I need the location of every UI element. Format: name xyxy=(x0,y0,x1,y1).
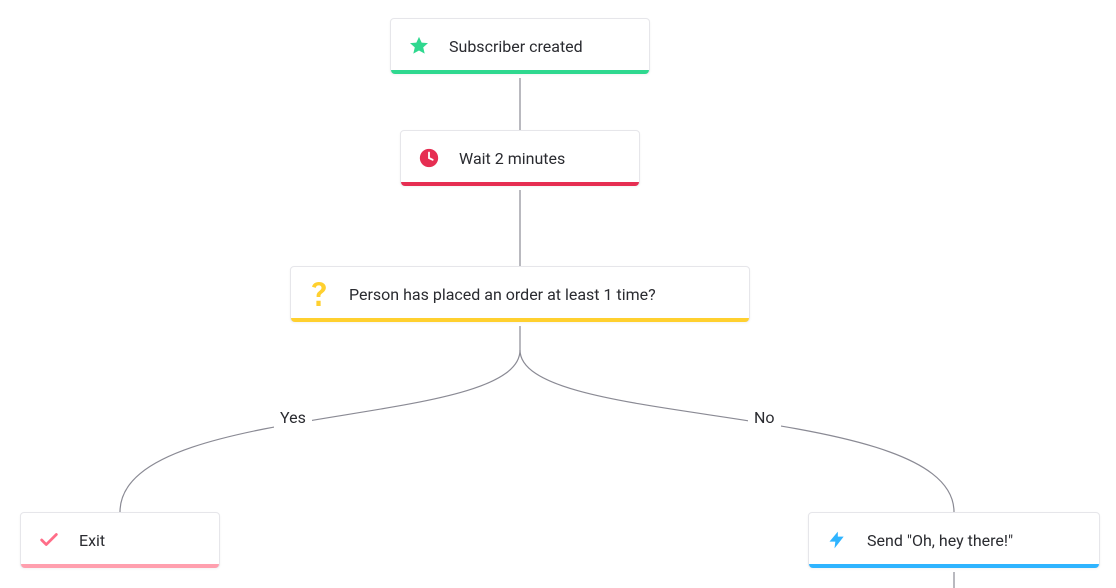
branch-label-no: No xyxy=(748,406,781,429)
branch-label-yes: Yes xyxy=(274,406,312,429)
node-condition[interactable]: Person has placed an order at least 1 ti… xyxy=(290,266,750,322)
node-wait[interactable]: Wait 2 minutes xyxy=(400,130,640,186)
lightning-icon xyxy=(825,528,849,552)
node-accent xyxy=(391,70,649,74)
node-condition-label: Person has placed an order at least 1 ti… xyxy=(349,285,656,304)
node-trigger-label: Subscriber created xyxy=(449,37,583,56)
automation-flow-canvas: Yes No Subscriber created Wait 2 minutes… xyxy=(0,0,1116,588)
node-exit[interactable]: Exit xyxy=(20,512,220,568)
node-send[interactable]: Send "Oh, hey there!" xyxy=(808,512,1100,568)
star-icon xyxy=(407,34,431,58)
node-exit-label: Exit xyxy=(79,531,105,550)
node-send-label: Send "Oh, hey there!" xyxy=(867,531,1013,550)
node-accent xyxy=(291,318,749,322)
node-wait-label: Wait 2 minutes xyxy=(459,149,565,168)
question-icon xyxy=(307,282,331,306)
node-accent xyxy=(21,564,219,568)
node-trigger[interactable]: Subscriber created xyxy=(390,18,650,74)
check-icon xyxy=(37,528,61,552)
node-accent xyxy=(809,564,1099,568)
node-accent xyxy=(401,182,639,186)
clock-icon xyxy=(417,146,441,170)
